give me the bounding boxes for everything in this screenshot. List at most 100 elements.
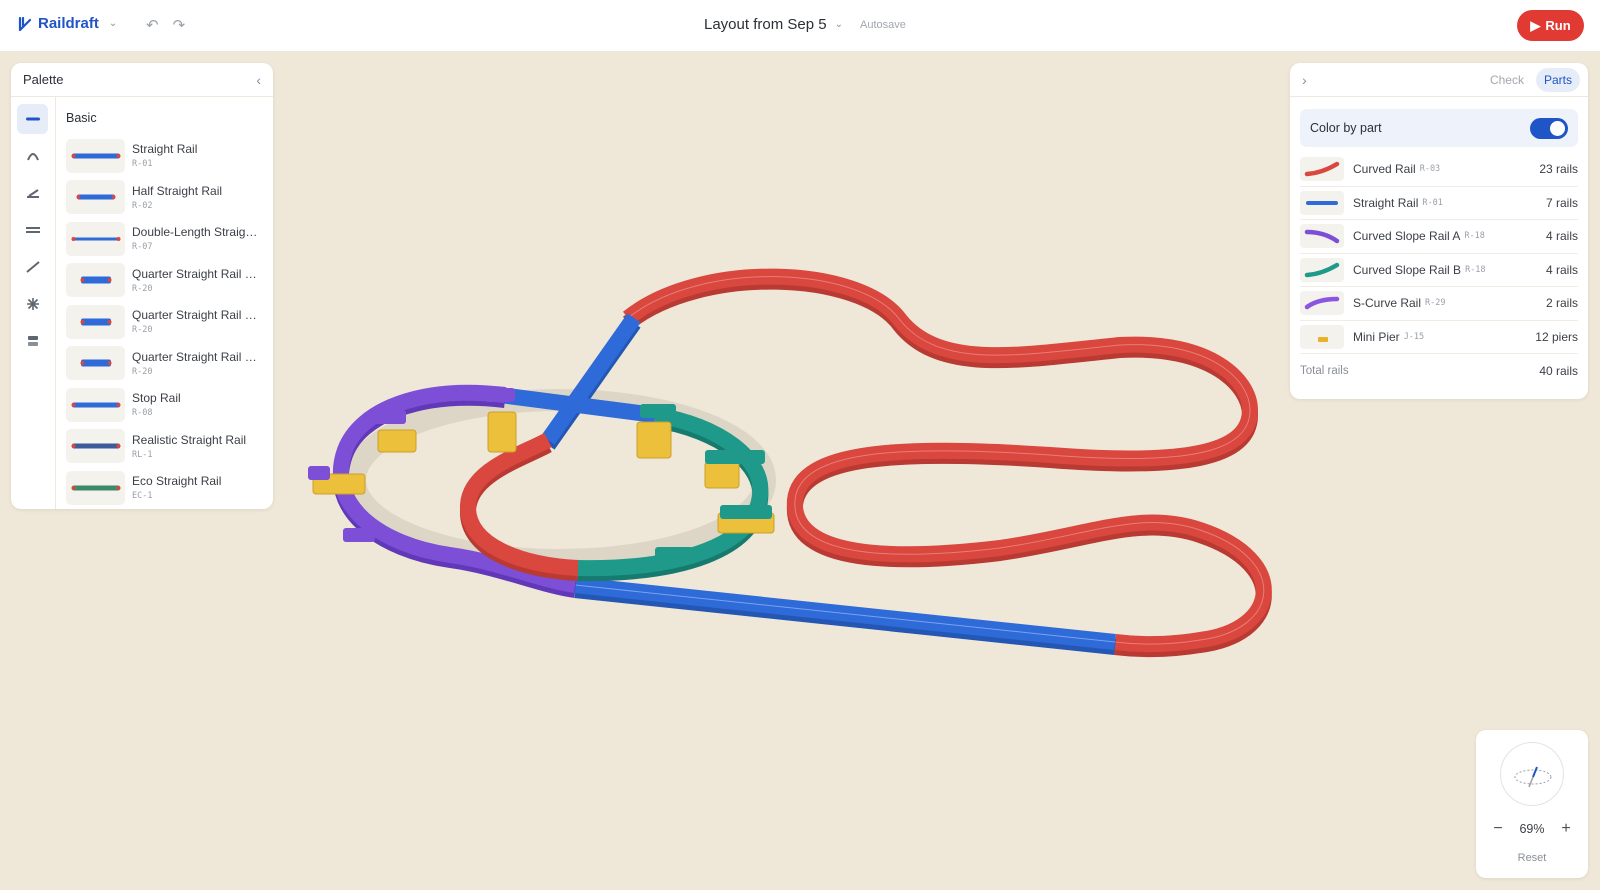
parts-row[interactable]: Mini Pier J-15 12 piers — [1300, 321, 1578, 354]
palette-item-name: Quarter Straight Rail … — [132, 308, 257, 323]
part-name: Curved Rail — [1353, 162, 1416, 177]
parts-panel: › Check Parts Color by part Curved Rail R… — [1290, 63, 1588, 399]
palette-item-code: R-01 — [132, 159, 153, 170]
palette-thumb-icon — [66, 138, 125, 173]
palette-item-code: R-08 — [132, 408, 153, 419]
palette-thumb-icon — [66, 221, 125, 256]
category-pier-icon[interactable] — [17, 326, 48, 356]
part-list: Basic Straight Rail R-01 Half Straight Rai… — [57, 97, 273, 509]
palette-item-name: Straight Rail — [132, 142, 198, 157]
section-title: Basic — [66, 111, 97, 125]
total-label: Total rails — [1300, 365, 1349, 377]
palette-item[interactable]: Half Straight Rail R-02 — [66, 177, 265, 219]
redo-icon[interactable]: ↷ — [173, 16, 186, 34]
document-title[interactable]: Layout from Sep 5 ⌄ — [704, 16, 843, 33]
zoom-out-button[interactable]: − — [1490, 820, 1506, 838]
reset-view-button[interactable]: Reset — [1476, 852, 1588, 864]
undo-icon[interactable]: ↶ — [146, 16, 159, 34]
part-count: 4 rails — [1545, 262, 1578, 277]
palette-item[interactable]: Straight Rail R-01 — [66, 135, 265, 177]
palette-item[interactable]: Stop Rail R-08 — [66, 384, 265, 426]
color-by-part-label: Color by part — [1310, 121, 1382, 135]
part-code: J-15 — [1403, 331, 1425, 342]
app-name: Raildraft — [38, 15, 99, 32]
parts-row[interactable]: Curved Slope Rail B R-18 4 rails — [1300, 254, 1578, 287]
part-count: 12 piers — [1535, 329, 1578, 344]
palette-item-code: R-20 — [132, 325, 153, 336]
palette-thumb-icon — [66, 346, 125, 381]
category-rail — [11, 97, 56, 509]
category-diagonal-icon[interactable] — [17, 252, 48, 282]
palette-item-code: R-07 — [132, 242, 153, 253]
palette-item-code: R-02 — [132, 200, 153, 211]
palette-item[interactable]: Realistic Straight Rail RL-1 — [66, 426, 265, 468]
part-thumb-icon — [1300, 324, 1344, 349]
document-title-label: Layout from Sep 5 — [704, 16, 827, 33]
play-icon: ▶ — [1530, 17, 1541, 33]
palette-title: Palette — [23, 72, 64, 87]
palette-item-code: R-20 — [132, 283, 153, 294]
part-thumb-icon — [1300, 224, 1344, 249]
chevron-down-icon: ⌄ — [108, 18, 118, 29]
part-code: R-29 — [1425, 298, 1446, 309]
palette-item-code: R-20 — [132, 366, 153, 377]
part-thumb-icon — [1300, 157, 1344, 182]
part-count: 2 rails — [1545, 296, 1578, 311]
category-slope-icon[interactable] — [17, 178, 48, 208]
parts-row[interactable]: Curved Rail R-03 23 rails — [1300, 153, 1578, 187]
category-double-icon[interactable] — [17, 215, 48, 245]
palette-item[interactable]: Quarter Straight Rail … R-20 — [66, 343, 265, 385]
tab-parts[interactable]: Parts — [1535, 67, 1580, 92]
part-code: R-03 — [1419, 164, 1441, 175]
autosave-status: Autosave — [860, 19, 906, 31]
part-count: 23 rails — [1539, 162, 1578, 177]
palette-thumb-icon — [66, 470, 125, 505]
palette-item[interactable]: Quarter Straight Rail … R-20 — [66, 260, 265, 302]
zoom-in-button[interactable]: + — [1558, 820, 1574, 838]
palette-item-name: Half Straight Rail — [132, 183, 223, 198]
total-count: 40 rails — [1539, 364, 1578, 378]
run-button[interactable]: ▶ Run — [1517, 10, 1584, 41]
palette-item-name: Quarter Straight Rail … — [132, 349, 257, 364]
part-code: R-18 — [1464, 231, 1485, 242]
part-name: Curved Slope Rail B — [1353, 262, 1462, 277]
part-thumb-icon — [1300, 291, 1344, 316]
color-by-part-toggle[interactable] — [1530, 117, 1568, 139]
category-straight-icon[interactable] — [17, 104, 48, 134]
chevron-right-icon[interactable]: › — [1302, 72, 1307, 88]
chevron-down-icon: ⌄ — [834, 19, 843, 30]
zoom-widget: − 69% + Reset — [1476, 730, 1588, 878]
straight-rail-diagonal[interactable] — [541, 313, 641, 445]
part-thumb-icon — [1300, 257, 1344, 282]
part-count: 4 rails — [1545, 229, 1578, 244]
parts-row[interactable]: Straight Rail R-01 7 rails — [1300, 187, 1578, 220]
part-name: Mini Pier — [1353, 329, 1400, 344]
top-bar: Raildraft ⌄ ↶ ↷ Layout from Sep 5 ⌄ Auto… — [0, 0, 1600, 52]
compass-icon[interactable] — [1500, 742, 1564, 806]
raildraft-logo-icon — [18, 16, 32, 31]
palette-item-code: RL-1 — [132, 449, 153, 460]
palette-item-name: Quarter Straight Rail … — [132, 266, 257, 281]
palette-item-name: Double-Length Straig… — [132, 225, 258, 240]
palette-item-code: EC-1 — [132, 491, 153, 502]
parts-row[interactable]: S-Curve Rail R-29 2 rails — [1300, 287, 1578, 321]
palette-item[interactable]: Double-Length Straig… R-07 — [66, 218, 265, 260]
part-code: R-01 — [1422, 197, 1443, 208]
part-name: S-Curve Rail — [1353, 296, 1422, 311]
part-count: 7 rails — [1545, 195, 1578, 210]
part-code: R-18 — [1465, 264, 1486, 275]
tab-check[interactable]: Check — [1482, 68, 1532, 92]
parts-row[interactable]: Curved Slope Rail A R-18 4 rails — [1300, 220, 1578, 254]
chevron-left-icon[interactable]: ‹ — [256, 72, 261, 88]
category-curve-icon[interactable] — [17, 141, 48, 171]
color-by-part-row: Color by part — [1300, 109, 1578, 147]
palette-item[interactable]: Eco Straight Rail EC-1 — [66, 467, 265, 509]
category-crossing-icon[interactable] — [17, 289, 48, 319]
palette-item-name: Stop Rail — [132, 391, 181, 406]
palette-item[interactable]: Quarter Straight Rail … R-20 — [66, 301, 265, 343]
palette-item-name: Realistic Straight Rail — [132, 432, 247, 447]
palette-thumb-icon — [66, 180, 125, 215]
palette-item-name: Eco Straight Rail — [132, 474, 222, 489]
app-menu[interactable]: Raildraft ⌄ — [18, 15, 117, 32]
palette-panel: Palette ‹ Basic Straight Rail R-01 Half St… — [11, 63, 273, 509]
